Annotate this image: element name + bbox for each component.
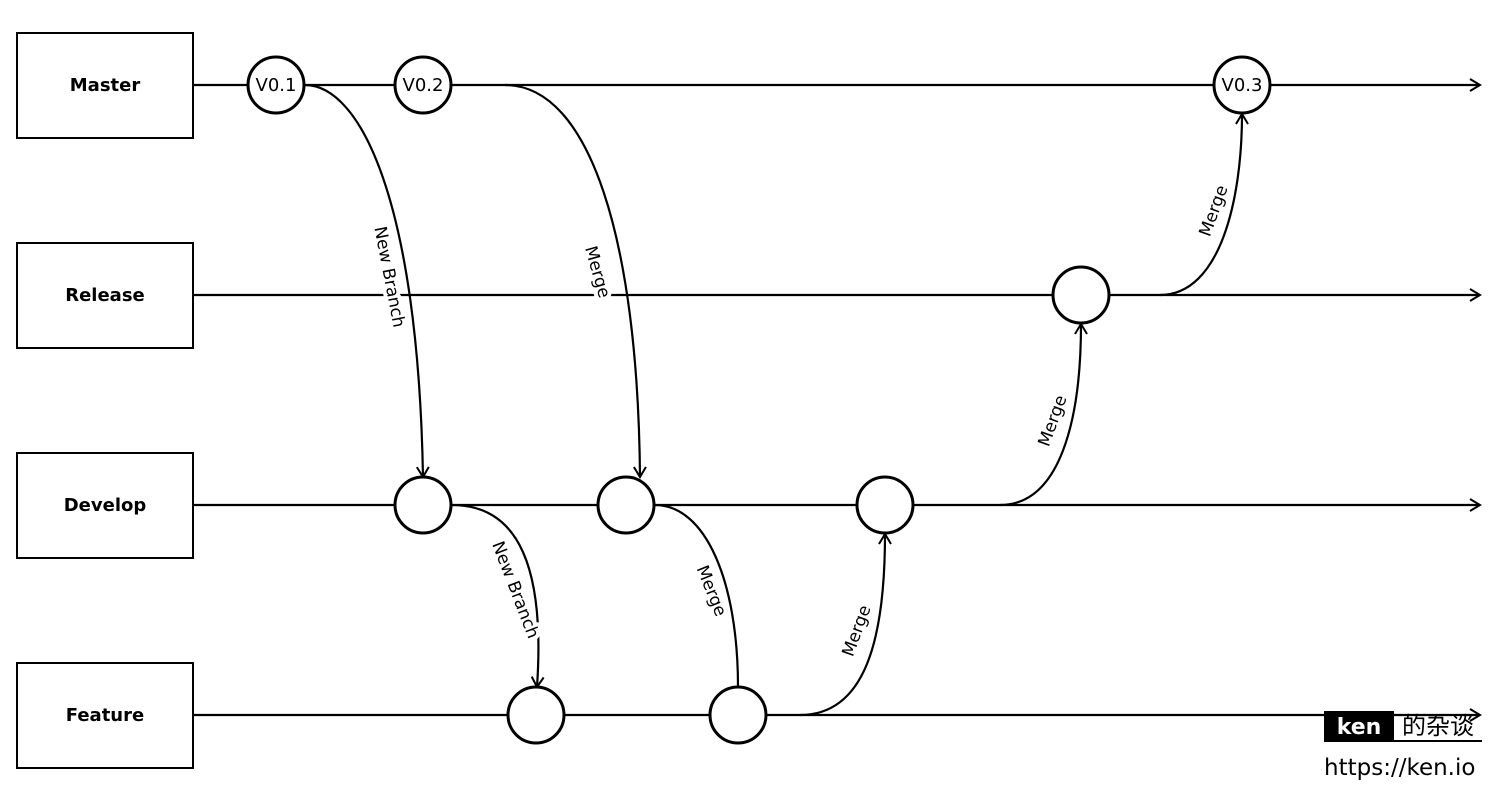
- node-label: V0.2: [403, 75, 444, 96]
- edge-master-develop-new-branch: [304, 83, 430, 479]
- lane-develop: Develop: [16, 452, 194, 559]
- edge-master-develop-merge: [504, 83, 647, 479]
- edge-label: Merge: [1196, 183, 1233, 240]
- edge-develop-release-merge: [999, 322, 1088, 507]
- node-v0-3: V0.3: [1212, 55, 1272, 115]
- lane-label: Develop: [64, 495, 147, 516]
- node-label: V0.1: [256, 75, 297, 96]
- node-develop: [596, 475, 656, 535]
- git-flow-diagram: Master Release Develop Feature New Branc…: [16, 32, 1482, 781]
- node-develop: [393, 475, 453, 535]
- edge-develop-feature-merge: [654, 503, 740, 688]
- lane-label: Release: [65, 285, 145, 306]
- watermark: ken 的杂谈 https://ken.io: [1324, 711, 1482, 781]
- lane-lines: [193, 78, 1482, 722]
- watermark-url: https://ken.io: [1324, 755, 1475, 781]
- node-v0-1: V0.1: [246, 55, 306, 115]
- node-develop: [855, 475, 915, 535]
- watermark-brand: ken: [1337, 715, 1382, 740]
- edge-release-master-merge: [1159, 112, 1249, 297]
- edge-label: Merge: [692, 563, 730, 620]
- lane-label: Feature: [66, 705, 144, 726]
- node-label: V0.3: [1222, 75, 1263, 96]
- lane-label: Master: [70, 75, 141, 96]
- edge-feature-develop-merge: [799, 532, 892, 717]
- lane-release: Release: [16, 242, 194, 349]
- node-feature: [506, 685, 566, 745]
- lane-feature: Feature: [16, 662, 194, 769]
- lane-master: Master: [16, 32, 194, 139]
- node-v0-2: V0.2: [393, 55, 453, 115]
- node-feature: [708, 685, 768, 745]
- node-release: [1051, 265, 1111, 325]
- edge-label: Merge: [839, 603, 876, 660]
- edge-label: Merge: [580, 244, 614, 301]
- watermark-subtitle: 的杂谈: [1402, 712, 1474, 740]
- edge-label: New Branch: [369, 225, 408, 329]
